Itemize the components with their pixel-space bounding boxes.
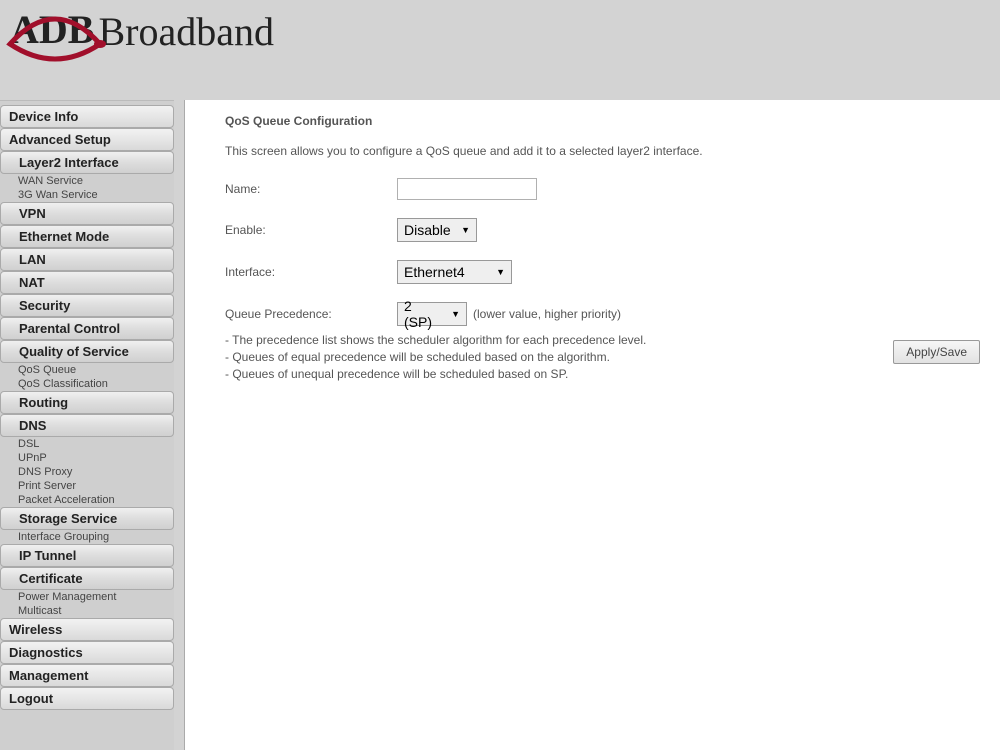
nav-3g-wan-service[interactable]: 3G Wan Service <box>0 188 174 202</box>
precedence-hint: (lower value, higher priority) <box>473 307 621 321</box>
nav-upnp[interactable]: UPnP <box>0 451 174 465</box>
nav-dsl[interactable]: DSL <box>0 437 174 451</box>
nav-ethernet-mode[interactable]: Ethernet Mode <box>0 225 174 248</box>
apply-save-button[interactable]: Apply/Save <box>893 340 980 364</box>
precedence-select-value: 2 (SP) <box>404 298 443 330</box>
interface-select-value: Ethernet4 <box>404 264 465 280</box>
label-enable: Enable: <box>225 223 397 237</box>
nav-logout[interactable]: Logout <box>0 687 174 710</box>
nav-dns[interactable]: DNS <box>0 414 174 437</box>
nav-nat[interactable]: NAT <box>0 271 174 294</box>
nav-certificate[interactable]: Certificate <box>0 567 174 590</box>
note-line-1: - The precedence list shows the schedule… <box>225 332 970 349</box>
nav-multicast[interactable]: Multicast <box>0 604 174 618</box>
page-title: QoS Queue Configuration <box>225 114 970 128</box>
nav-management[interactable]: Management <box>0 664 174 687</box>
label-precedence: Queue Precedence: <box>225 307 397 321</box>
enable-select[interactable]: Disable ▼ <box>397 218 477 242</box>
nav-qos[interactable]: Quality of Service <box>0 340 174 363</box>
nav-parental-control[interactable]: Parental Control <box>0 317 174 340</box>
nav-diagnostics[interactable]: Diagnostics <box>0 641 174 664</box>
nav-advanced-setup[interactable]: Advanced Setup <box>0 128 174 151</box>
label-interface: Interface: <box>225 265 397 279</box>
precedence-notes: - The precedence list shows the schedule… <box>225 332 970 382</box>
nav-wan-service[interactable]: WAN Service <box>0 174 174 188</box>
nav-ip-tunnel[interactable]: IP Tunnel <box>0 544 174 567</box>
nav-print-server[interactable]: Print Server <box>0 479 174 493</box>
nav-device-info[interactable]: Device Info <box>0 105 174 128</box>
nav-qos-queue[interactable]: QoS Queue <box>0 363 174 377</box>
main-content: QoS Queue Configuration This screen allo… <box>184 100 1000 750</box>
nav-interface-grouping[interactable]: Interface Grouping <box>0 530 174 544</box>
nav-vpn[interactable]: VPN <box>0 202 174 225</box>
nav-dns-proxy[interactable]: DNS Proxy <box>0 465 174 479</box>
nav-storage-service[interactable]: Storage Service <box>0 507 174 530</box>
logo-letters: ADB <box>10 7 94 52</box>
chevron-down-icon: ▼ <box>461 225 470 235</box>
nav-power-management[interactable]: Power Management <box>0 590 174 604</box>
nav-lan[interactable]: LAN <box>0 248 174 271</box>
nav-qos-classification[interactable]: QoS Classification <box>0 377 174 391</box>
page-description: This screen allows you to configure a Qo… <box>225 144 970 158</box>
label-name: Name: <box>225 182 397 196</box>
nav-layer2-interface[interactable]: Layer2 Interface <box>0 151 174 174</box>
interface-select[interactable]: Ethernet4 ▼ <box>397 260 512 284</box>
note-line-3: - Queues of unequal precedence will be s… <box>225 366 970 383</box>
logo-word: Broadband <box>98 12 274 52</box>
precedence-select[interactable]: 2 (SP) ▼ <box>397 302 467 326</box>
note-line-2: - Queues of equal precedence will be sch… <box>225 349 970 366</box>
nav-packet-acceleration[interactable]: Packet Acceleration <box>0 493 174 507</box>
logo-mark: ADB <box>10 10 94 50</box>
header-bar: ADB Broadband <box>0 0 1000 100</box>
enable-select-value: Disable <box>404 222 451 238</box>
name-input[interactable] <box>397 178 537 200</box>
nav-routing[interactable]: Routing <box>0 391 174 414</box>
sidebar: Device Info Advanced Setup Layer2 Interf… <box>0 100 174 750</box>
chevron-down-icon: ▼ <box>451 309 460 319</box>
chevron-down-icon: ▼ <box>496 267 505 277</box>
brand-logo: ADB Broadband <box>10 10 990 50</box>
nav-wireless[interactable]: Wireless <box>0 618 174 641</box>
nav-security[interactable]: Security <box>0 294 174 317</box>
